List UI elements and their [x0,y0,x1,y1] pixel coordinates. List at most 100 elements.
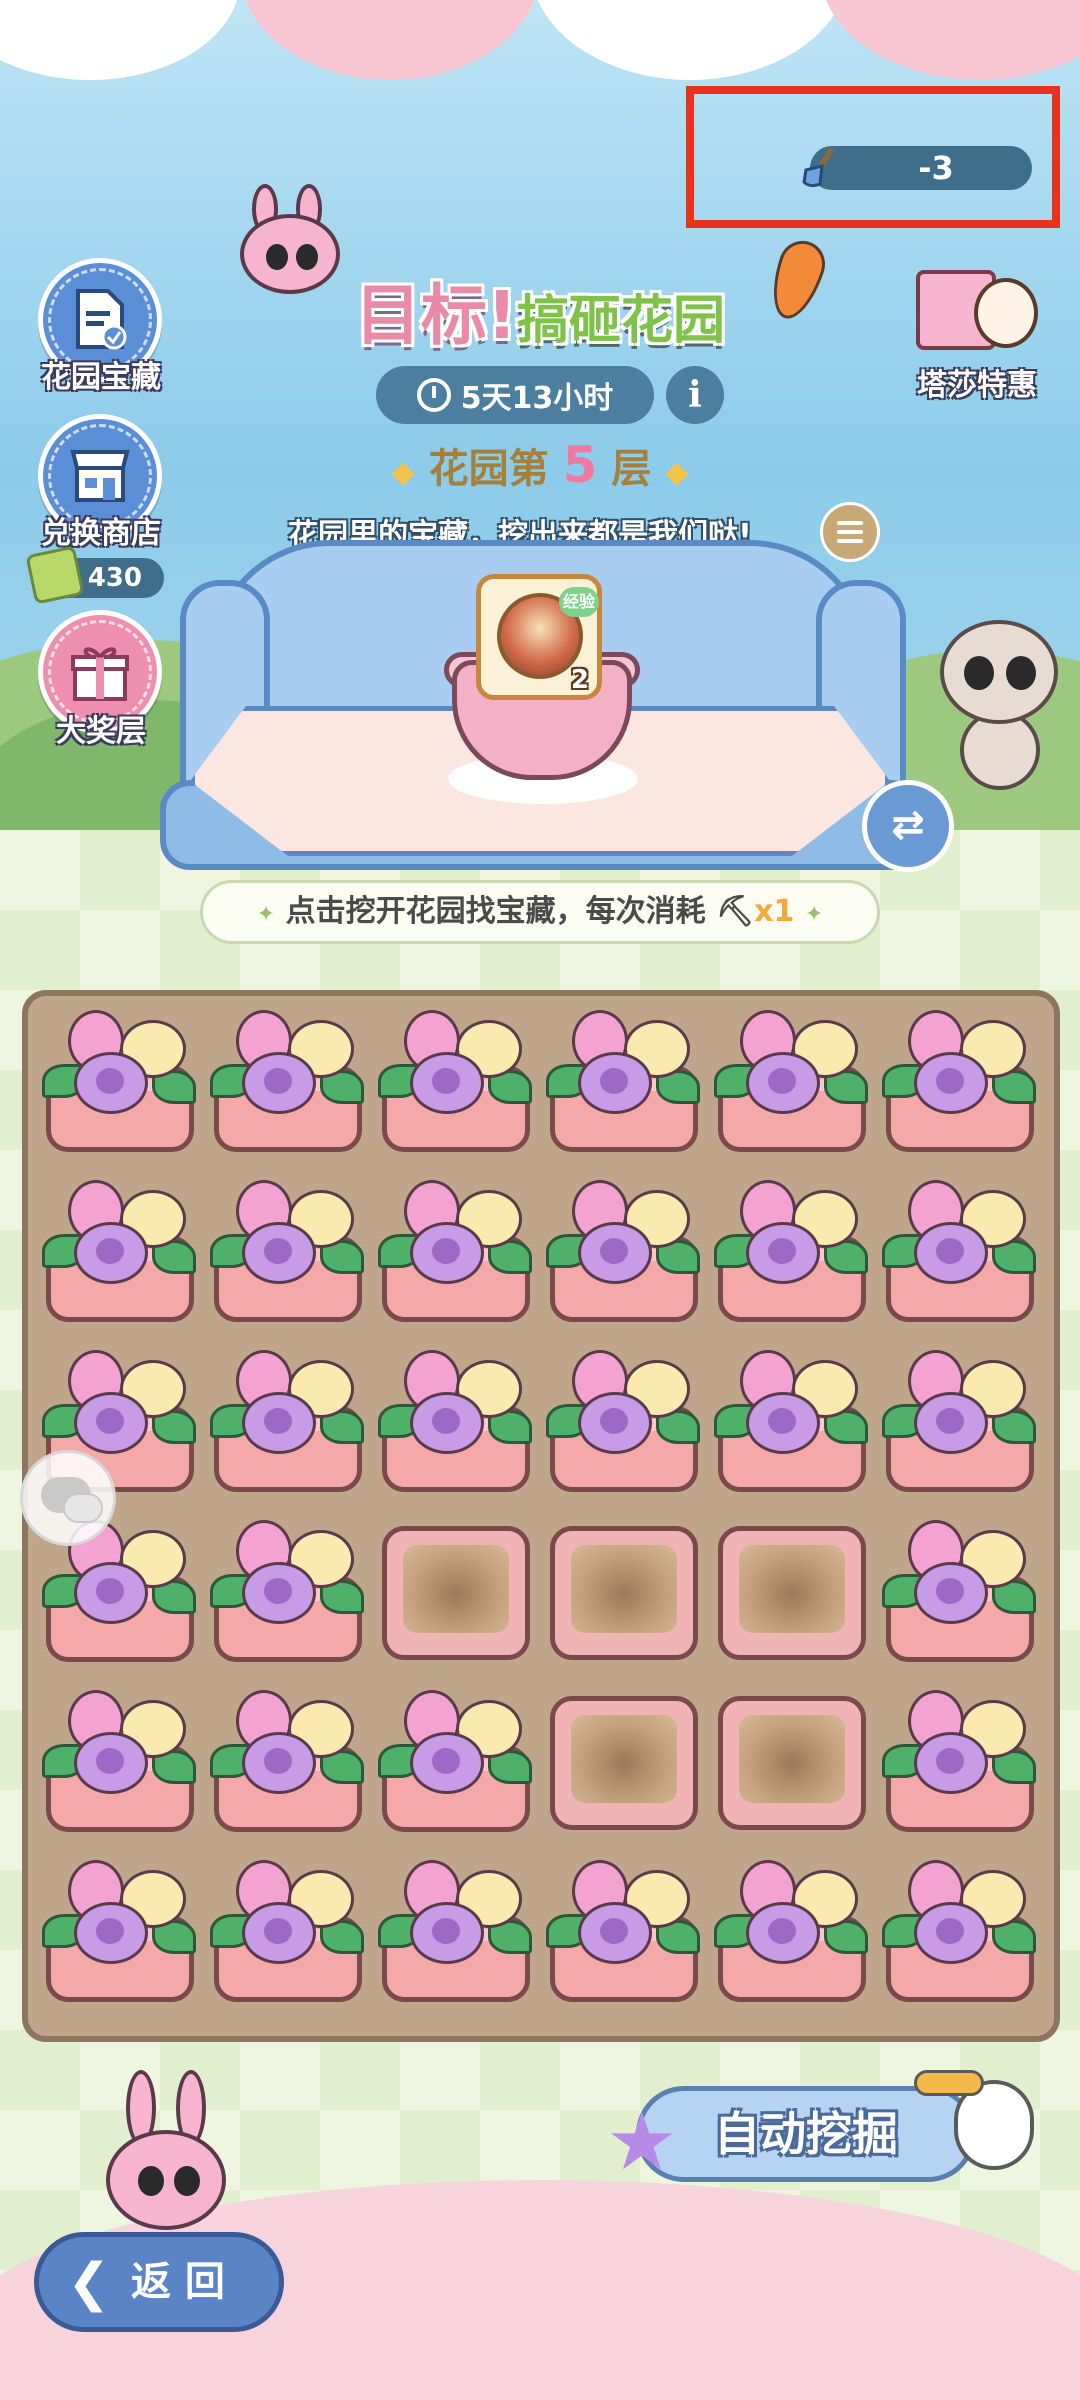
dug-hole [550,1696,698,1830]
flower-planter-cell[interactable] [546,1176,702,1326]
flower-planter-cell[interactable] [42,1176,198,1326]
promo-dog-character [974,278,1038,348]
currency-ticket-icon [25,545,85,605]
flower-planter-cell[interactable] [546,1346,702,1496]
flower-planter-cell[interactable] [882,1176,1038,1326]
flower-center [264,1238,292,1264]
flower-planter-cell[interactable] [882,1006,1038,1156]
info-button[interactable]: i [666,366,724,424]
dug-planter-cell[interactable] [378,1516,534,1666]
flower-planter-cell[interactable] [882,1346,1038,1496]
flower-center [432,1918,460,1944]
flower-planter-cell[interactable] [714,1856,870,2006]
floor-prefix: 花园第 [428,446,549,492]
flower-center [936,1068,964,1094]
gift-icon [71,647,129,701]
dug-hole [550,1526,698,1660]
flower-center [96,1238,124,1264]
dug-hole [718,1696,866,1830]
clock-icon [416,378,451,412]
cloud [530,0,850,80]
coin-count: 430 [87,563,142,593]
flower-planter-cell[interactable] [210,1516,366,1666]
back-label: 返 回 [131,2259,225,2305]
title-sub: 搞砸花园 [517,291,726,351]
flower-planter-cell[interactable] [210,1856,366,2006]
reward-card[interactable]: 经验 2 [476,574,602,700]
flower-center [432,1068,460,1094]
dug-hole [718,1526,866,1660]
floor-number: 5 [562,436,598,494]
back-button[interactable]: ❮ 返 回 [34,2232,284,2332]
flower-center [936,1748,964,1774]
countdown-timer: 5天13小时 [376,366,654,424]
flower-planter-cell[interactable] [714,1176,870,1326]
flower-center [96,1408,124,1434]
flower-center [600,1068,628,1094]
flower-planter-cell[interactable] [714,1346,870,1496]
swap-arrows-icon[interactable]: ⇄ [862,780,954,872]
reward-count: 2 [570,665,589,695]
flower-planter-cell[interactable] [42,1856,198,2006]
cloud [820,0,1080,80]
flower-planter-cell[interactable] [378,1686,534,1836]
flower-planter-cell[interactable] [378,1346,534,1496]
flower-planter-cell[interactable] [42,1006,198,1156]
flower-planter-cell[interactable] [210,1346,366,1496]
reward-badge: 经验 [559,587,599,617]
flower-center [600,1918,628,1944]
flower-planter-cell[interactable] [378,1176,534,1326]
flower-planter-cell[interactable] [378,1006,534,1156]
cloud [240,0,540,80]
flower-planter-cell[interactable] [210,1176,366,1326]
flower-center [936,1578,964,1604]
dug-planter-cell[interactable] [546,1686,702,1836]
title-main: 目标! [354,277,518,354]
flower-center [264,1578,292,1604]
flower-center [96,1918,124,1944]
flower-planter-cell[interactable] [882,1516,1038,1666]
flower-center [936,1238,964,1264]
dig-instruction: ✦ 点击挖开花园找宝藏，每次消耗 ⛏x1 ✦ [200,880,880,944]
dig-board [22,990,1060,2042]
list-icon[interactable] [820,502,880,562]
document-check-icon [76,289,127,350]
back-arrow-icon: ❮ [67,2253,111,2313]
dug-planter-cell[interactable] [714,1686,870,1836]
cat-character [940,620,1060,790]
flower-center [768,1918,796,1944]
chat-icon[interactable] [20,1450,116,1546]
sparkle-icon: ✦ [256,902,276,927]
flower-planter-cell[interactable] [42,1686,198,1836]
instruction-cost: x1 [754,894,795,929]
flower-center [96,1578,124,1604]
flower-center [432,1748,460,1774]
grand-prize-label: 大奖层 [56,714,146,749]
pelican-character [914,2040,1034,2180]
flower-center [264,1408,292,1434]
flower-planter-cell[interactable] [546,1006,702,1156]
flower-planter-cell[interactable] [882,1686,1038,1836]
flower-center [936,1408,964,1434]
bunny-character [96,2070,246,2250]
sparkle-icon: ✦ [804,902,824,927]
flower-center [936,1918,964,1944]
flower-planter-cell[interactable] [378,1856,534,2006]
flower-center [432,1408,460,1434]
flower-planter-cell[interactable] [210,1686,366,1836]
shovel-icon: ⛏ [716,894,755,929]
flower-planter-cell[interactable] [210,1006,366,1156]
instruction-text: 点击挖开花园找宝藏，每次消耗 [285,894,706,929]
auto-dig-button[interactable]: 自动挖掘 [636,2086,976,2182]
promo-label[interactable]: 塔莎特惠 [882,360,1072,404]
dug-planter-cell[interactable] [546,1516,702,1666]
flower-center [264,1918,292,1944]
flower-planter-cell[interactable] [882,1856,1038,2006]
star-icon: ★ [606,2095,678,2188]
flower-center [264,1068,292,1094]
flower-planter-cell[interactable] [714,1006,870,1156]
dug-planter-cell[interactable] [714,1516,870,1666]
garden-treasure-label: 花园宝藏 [41,360,161,395]
flower-planter-cell[interactable] [546,1856,702,2006]
flower-center [600,1408,628,1434]
